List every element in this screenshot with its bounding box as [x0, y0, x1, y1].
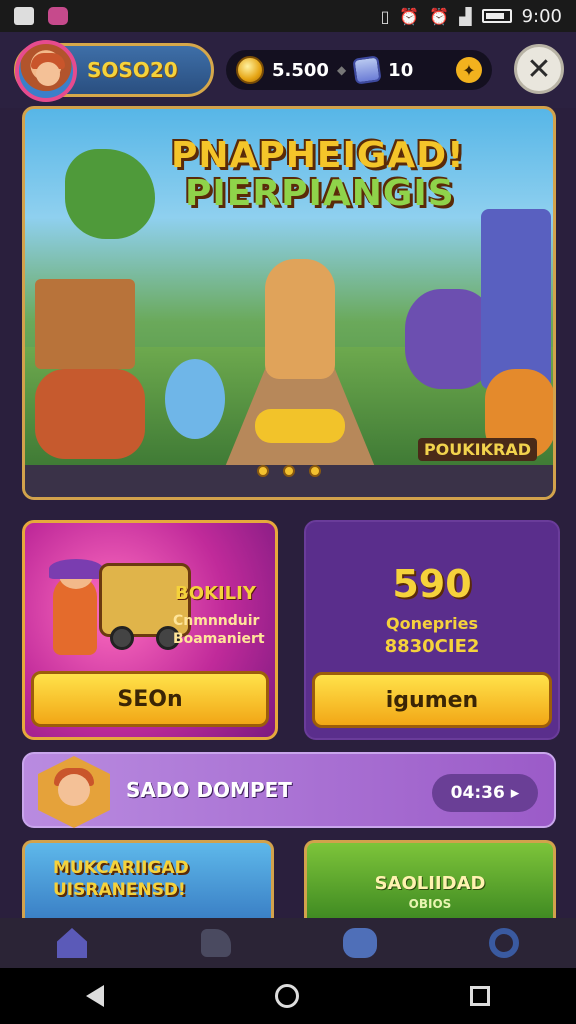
status-time: 9:00 — [521, 5, 562, 27]
profile-name: SOSO20 — [87, 58, 178, 82]
promo-title: SADO DOMPET — [126, 778, 292, 802]
event-card-title: MUKCARIIGAD UISRANENSD! — [53, 857, 189, 901]
promo-strip[interactable]: SADO DOMPET 04:36 ▸ — [22, 752, 556, 828]
house-illustration — [35, 279, 135, 369]
gem-icon — [352, 55, 382, 85]
gem-balance: 10 — [388, 59, 414, 81]
battery-icon — [481, 9, 512, 23]
coin-balance: 5.500 — [272, 59, 329, 81]
gallery-notification-icon — [14, 7, 34, 25]
event-card-title-line1: MUKCARIIGAD — [53, 858, 189, 878]
hero-banner[interactable]: PNAPHEIGAD! PIERPIANGIS POUKIKRAD — [22, 106, 556, 500]
separator-icon: ◆ — [336, 63, 347, 77]
home-circle-icon[interactable] — [274, 984, 299, 1008]
profile-button[interactable]: SOSO20 — [14, 40, 214, 102]
hero-title: PNAPHEIGAD! — [171, 135, 465, 176]
close-button[interactable]: ✕ — [514, 44, 564, 94]
bag-icon — [343, 928, 377, 958]
signal-icon: ▟ — [459, 6, 472, 26]
hero-subtitle: PIERPIANGIS — [185, 173, 455, 214]
dragon-character — [65, 149, 155, 239]
offer-title: BOKILIY — [175, 583, 256, 604]
timer-value: 04:36 — [450, 783, 505, 803]
boot-icon — [201, 929, 231, 957]
event-card-right[interactable]: SAOLIIDAD OBIOS — [304, 840, 556, 920]
timer-button[interactable]: 04:36 ▸ — [432, 774, 538, 812]
carousel-pager — [25, 465, 553, 477]
event-card-title: SAOLIIDAD — [374, 873, 486, 894]
gear-icon — [489, 928, 519, 958]
alarm-icon: ⏰ — [399, 6, 420, 26]
pager-dot[interactable] — [257, 465, 269, 477]
system-nav — [0, 968, 576, 1024]
top-bar: SOSO20 5.500 ◆ 10 ✦ ✕ — [0, 32, 576, 108]
offer-subtitle-2: Boamaniert — [173, 631, 265, 647]
hat-icon — [49, 559, 103, 579]
offer-value: 590 — [392, 562, 472, 606]
offer-card-left[interactable]: BOKILIY Cnmnnduir Boamaniert SEOn — [22, 520, 278, 740]
hero-badge: POUKIKRAD — [417, 438, 537, 461]
event-card-left[interactable]: MUKCARIIGAD UISRANENSD! — [22, 840, 274, 920]
bottom-nav — [0, 918, 576, 968]
event-card-title-line2: UISRANENSD! — [53, 880, 186, 900]
villager-characters — [35, 369, 145, 459]
avatar — [38, 756, 110, 828]
gear-icon[interactable]: ✦ — [456, 57, 482, 83]
nav-inventory[interactable] — [340, 926, 380, 960]
coin-icon — [236, 56, 264, 84]
offer-subtitle: Qonepries — [385, 614, 479, 633]
offer-card-right[interactable]: 590 Qonepries 8830CIE2 igumen — [304, 520, 560, 740]
vibrate-icon: ▯ — [380, 6, 390, 26]
pager-dot[interactable] — [283, 465, 295, 477]
hero-character — [265, 259, 335, 379]
door-illustration — [481, 209, 551, 389]
nav-home[interactable] — [52, 926, 92, 960]
back-icon[interactable] — [85, 985, 104, 1007]
event-card-subtitle: OBIOS — [408, 897, 452, 911]
recents-icon[interactable] — [470, 986, 491, 1006]
app-notification-icon — [48, 7, 68, 25]
nav-settings[interactable] — [484, 926, 524, 960]
monster-character — [165, 359, 225, 439]
kid-character — [53, 561, 97, 655]
alarm-2-icon: ⏰ — [429, 6, 450, 26]
avatar[interactable] — [15, 40, 77, 102]
currency-bar: 5.500 ◆ 10 ✦ — [226, 50, 492, 90]
home-icon — [57, 928, 87, 958]
status-bar: ▯ ⏰ ⏰ ▟ 9:00 — [0, 0, 576, 32]
coin-pile — [255, 409, 345, 443]
offer-subtitle-2: 8830CIE2 — [384, 636, 480, 657]
nav-equipment[interactable] — [196, 926, 236, 960]
offer-right-button[interactable]: igumen — [312, 672, 552, 728]
pager-dot[interactable] — [309, 465, 321, 477]
play-icon: ▸ — [510, 783, 520, 803]
offer-left-button[interactable]: SEOn — [31, 671, 269, 727]
offer-subtitle: Cnmnnduir — [173, 613, 260, 629]
